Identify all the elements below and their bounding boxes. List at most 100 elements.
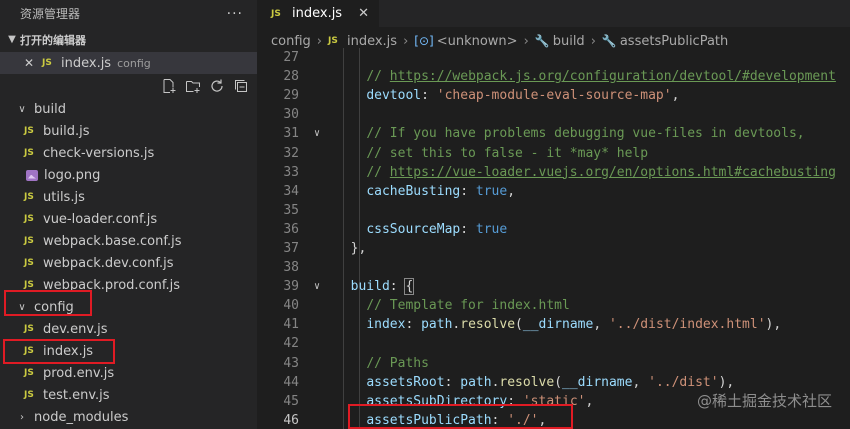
tree-file[interactable]: JS build.js <box>0 120 257 142</box>
tree-folder[interactable]: › node_modules <box>0 406 257 428</box>
explorer-title: 资源管理器 <box>20 7 81 21</box>
code-text: // If you have problems debugging vue-fi… <box>335 126 804 141</box>
open-editor-filename: index.js <box>61 55 112 71</box>
js-file-icon: JS <box>24 390 34 400</box>
object-symbol-icon: [⊙] <box>414 34 434 48</box>
tree-item-label: vue-loader.conf.js <box>43 211 158 227</box>
breadcrumb-item-build[interactable]: build <box>553 34 585 49</box>
code-token: true <box>475 183 508 199</box>
code-text: // https://webpack.js.org/configuration/… <box>335 69 836 84</box>
code-line[interactable]: 31 ∨ // If you have problems debugging vu… <box>257 124 850 143</box>
code-token: resolve <box>460 317 516 333</box>
code-token: : <box>389 279 406 295</box>
code-line[interactable]: 44 assetsRoot: path.resolve(__dirname, '… <box>257 373 850 392</box>
breadcrumb-item-symbol[interactable]: <unknown> <box>437 34 518 49</box>
refresh-icon[interactable] <box>209 78 225 94</box>
tree-item-label: webpack.prod.conf.js <box>43 277 181 293</box>
tree-file[interactable]: JS webpack.dev.conf.js <box>0 252 257 274</box>
more-actions-icon[interactable]: ··· <box>227 6 243 22</box>
js-file-icon: JS <box>271 8 281 19</box>
close-tab-icon[interactable]: ✕ <box>358 6 369 21</box>
code-token: assetsRoot <box>366 374 445 390</box>
code-line[interactable]: 42 <box>257 334 850 353</box>
code-area[interactable]: 27 28 // https://webpack.js.org/configura… <box>257 48 850 429</box>
line-number: 37 <box>283 240 299 256</box>
code-line[interactable]: 33 // https://vue-loader.vuejs.org/en/op… <box>257 163 850 182</box>
tree-item-label: index.js <box>43 343 94 359</box>
new-folder-icon[interactable] <box>185 78 201 94</box>
line-number: 44 <box>283 374 299 390</box>
open-editor-item[interactable]: ✕ JS index.js config <box>0 52 257 74</box>
code-text: devtool: 'cheap-module-eval-source-map', <box>335 88 679 103</box>
tree-file[interactable]: JS dev.env.js <box>0 318 257 340</box>
code-token: cssSourceMap <box>366 221 461 237</box>
code-line[interactable]: 27 <box>257 48 850 67</box>
line-number: 39 <box>283 279 299 295</box>
tree-file[interactable]: JS check-versions.js <box>0 142 257 164</box>
code-token: : <box>421 88 437 104</box>
editor-pane: JS index.js ✕ config › JS index.js › [⊙]… <box>257 0 850 429</box>
code-line[interactable]: 30 <box>257 105 850 124</box>
breadcrumb-item-file[interactable]: index.js <box>347 34 397 49</box>
tree-file[interactable]: JS index.js <box>0 340 257 362</box>
file-tree: ∨ build JS build.js JS check-versions.js logo.… <box>0 98 257 428</box>
code-line[interactable]: 40 // Template for index.html <box>257 296 850 315</box>
code-line[interactable]: 28 // https://webpack.js.org/configurati… <box>257 67 850 86</box>
line-number: 32 <box>283 145 299 161</box>
code-text: cssSourceMap: true <box>335 222 507 237</box>
code-line[interactable]: 39 ∨ build: { <box>257 277 850 296</box>
tab-index-js[interactable]: JS index.js ✕ <box>257 0 379 27</box>
fold-chevron-icon[interactable]: ∨ <box>299 281 335 292</box>
code-token: './' <box>507 412 539 428</box>
tree-item-label: node_modules <box>34 409 129 425</box>
open-editors-header[interactable]: ▼ 打开的编辑器 <box>0 27 257 52</box>
code-token: : <box>405 317 422 333</box>
tree-file[interactable]: JS prod.env.js <box>0 362 257 384</box>
code-line[interactable]: 38 <box>257 258 850 277</box>
breadcrumb-item-property[interactable]: assetsPublicPath <box>620 34 728 49</box>
code-token: ( <box>554 374 563 390</box>
code-line[interactable]: 34 cacheBusting: true, <box>257 182 850 201</box>
code-line[interactable]: 46 assetsPublicPath: './', <box>257 411 850 429</box>
line-number: 35 <box>283 202 299 218</box>
code-line[interactable]: 36 cssSourceMap: true <box>257 220 850 239</box>
fold-chevron-icon[interactable]: ∨ <box>299 128 335 139</box>
code-token: build <box>350 279 390 295</box>
chevron-right-icon: › <box>316 33 322 49</box>
close-icon[interactable]: ✕ <box>24 56 42 70</box>
code-token: path <box>421 317 453 333</box>
tree-file[interactable]: JS test.env.js <box>0 384 257 406</box>
code-token: }, <box>350 240 367 256</box>
code-token: : <box>460 221 476 237</box>
tree-file[interactable]: JS utils.js <box>0 186 257 208</box>
code-token: https://vue-loader.vuejs.org/en/options.… <box>389 164 836 180</box>
code-token: , <box>632 374 649 390</box>
code-line[interactable]: 32 // set this to false - it *may* help <box>257 143 850 162</box>
breadcrumb-item-folder[interactable]: config <box>271 34 311 49</box>
code-text: // Template for index.html <box>335 298 570 313</box>
tree-file[interactable]: JS webpack.base.conf.js <box>0 230 257 252</box>
tree-file[interactable]: logo.png <box>0 164 257 186</box>
new-file-icon[interactable] <box>161 78 177 94</box>
code-text: }, <box>335 240 367 256</box>
tree-folder[interactable]: ∨ build <box>0 98 257 120</box>
line-number: 29 <box>283 88 299 104</box>
tree-folder[interactable]: ∨ config <box>0 296 257 318</box>
code-token: '../dist/index.html' <box>608 317 766 333</box>
code-line[interactable]: 43 // Paths <box>257 354 850 373</box>
code-token: 'static' <box>522 393 586 409</box>
collapse-all-icon[interactable] <box>233 78 249 94</box>
code-line[interactable]: 29 devtool: 'cheap-module-eval-source-ma… <box>257 86 850 105</box>
tree-file[interactable]: JS webpack.prod.conf.js <box>0 274 257 296</box>
code-line[interactable]: 41 index: path.resolve(__dirname, '../di… <box>257 315 850 334</box>
code-line[interactable]: 35 <box>257 201 850 220</box>
code-token: __dirname <box>522 317 594 333</box>
tree-file[interactable]: JS vue-loader.conf.js <box>0 208 257 230</box>
code-token: assetsPublicPath <box>366 412 492 428</box>
code-line[interactable]: 37 }, <box>257 239 850 258</box>
code-token: devtool <box>366 88 422 104</box>
